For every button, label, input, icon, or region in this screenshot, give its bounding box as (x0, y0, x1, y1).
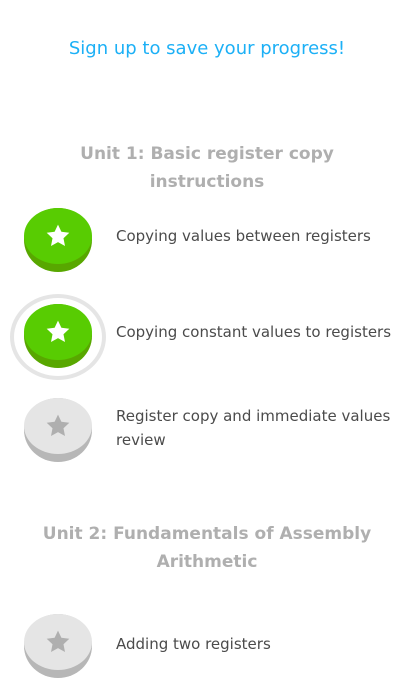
lesson-badge[interactable] (24, 208, 92, 272)
lesson-label: Copying values between registers (116, 227, 371, 245)
star-icon (46, 414, 70, 437)
star-icon (46, 320, 70, 343)
star-icon (46, 224, 70, 247)
lesson-badge[interactable] (24, 398, 92, 462)
lesson-label: Copying constant values to registers (116, 323, 392, 341)
star-icon (46, 630, 70, 653)
unit-2-title: Unit 2: Fundamentals of Assembly Arithme… (42, 524, 372, 572)
signup-link[interactable]: Sign up to save your progress! (0, 38, 414, 59)
unit-1-title: Unit 1: Basic register copy instructions (80, 144, 334, 192)
lesson-badge[interactable] (24, 614, 92, 678)
lesson-label: Register copy and immediate values revie… (116, 407, 391, 449)
lesson-badge[interactable] (24, 304, 92, 368)
lesson-label: Adding two registers (116, 635, 271, 653)
